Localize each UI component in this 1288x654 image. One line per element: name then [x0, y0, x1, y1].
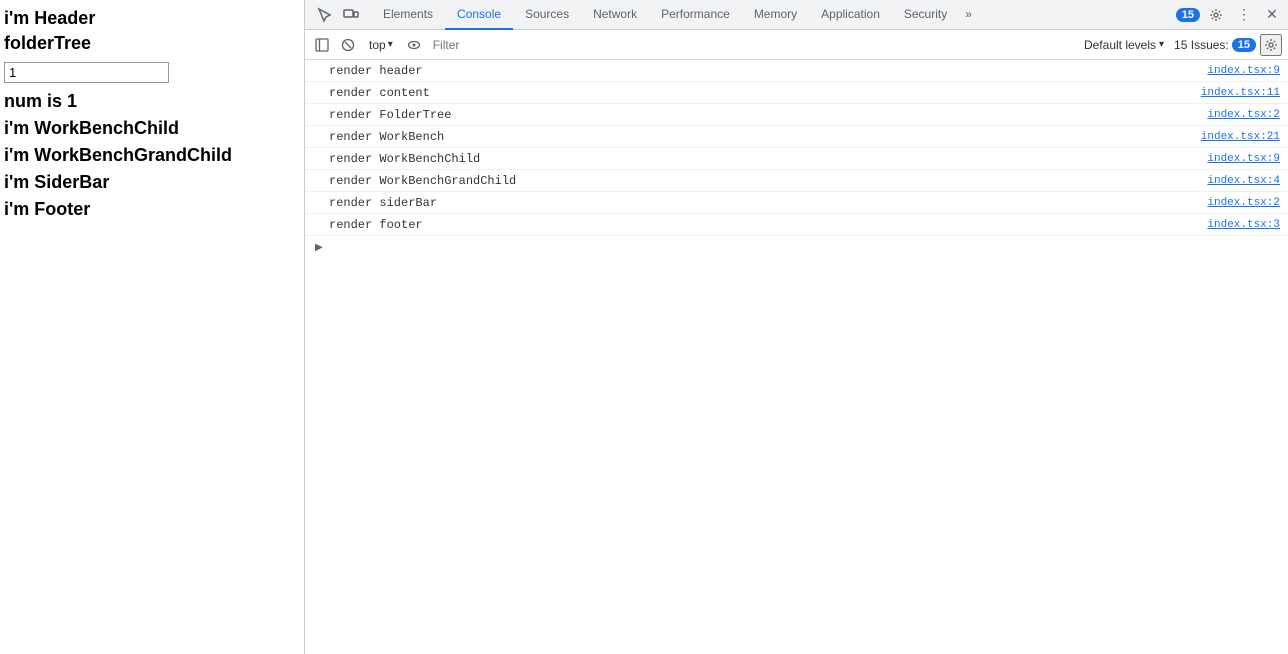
tab-memory[interactable]: Memory — [742, 0, 809, 30]
console-message-text: render siderBar — [329, 196, 1207, 210]
eye-icon[interactable] — [403, 34, 425, 56]
tab-application[interactable]: Application — [809, 0, 892, 30]
console-message-text: render content — [329, 86, 1201, 100]
more-options-icon[interactable]: ⋮ — [1232, 3, 1256, 27]
console-messages: render header index.tsx:9 render content… — [305, 60, 1288, 654]
console-message-text: render header — [329, 64, 1207, 78]
console-file-link[interactable]: index.tsx:2 — [1207, 197, 1280, 209]
num-input[interactable] — [4, 62, 169, 83]
tab-network[interactable]: Network — [581, 0, 649, 30]
console-file-link[interactable]: index.tsx:4 — [1207, 175, 1280, 187]
more-tabs-btn[interactable]: » — [959, 0, 978, 30]
tab-console[interactable]: Console — [445, 0, 513, 30]
devtools-right-icons: 15 ⋮ ✕ — [1176, 3, 1284, 27]
tab-icons-group — [309, 3, 367, 27]
table-row: render WorkBenchChild index.tsx:9 — [305, 148, 1288, 170]
workbench-child-label: i'm WorkBenchChild — [4, 118, 300, 139]
filter-input[interactable] — [429, 34, 1074, 56]
tab-security[interactable]: Security — [892, 0, 959, 30]
num-label: num is 1 — [4, 91, 300, 112]
sidebar-toggle-icon[interactable] — [311, 34, 333, 56]
chevron-down-icon-levels: ▾ — [1159, 39, 1164, 50]
console-toolbar: top ▾ Default levels ▾ 15 Issues: 15 — [305, 30, 1288, 60]
table-row: render FolderTree index.tsx:2 — [305, 104, 1288, 126]
console-file-link[interactable]: index.tsx:9 — [1207, 153, 1280, 165]
table-row: render WorkBench index.tsx:21 — [305, 126, 1288, 148]
issues-label: 15 Issues: 15 — [1174, 38, 1256, 52]
issues-badge[interactable]: 15 — [1176, 8, 1200, 22]
workbench-grandchild-label: i'm WorkBenchGrandChild — [4, 145, 300, 166]
table-row: render header index.tsx:9 — [305, 60, 1288, 82]
console-file-link[interactable]: index.tsx:3 — [1207, 219, 1280, 231]
close-devtools-icon[interactable]: ✕ — [1260, 3, 1284, 27]
console-file-link[interactable]: index.tsx:11 — [1201, 87, 1280, 99]
device-toggle-icon[interactable] — [339, 3, 363, 27]
console-file-link[interactable]: index.tsx:2 — [1207, 109, 1280, 121]
tab-performance[interactable]: Performance — [649, 0, 742, 30]
tab-sources[interactable]: Sources — [513, 0, 581, 30]
expand-arrow-icon[interactable]: ▶ — [313, 240, 325, 255]
issues-count-badge[interactable]: 15 — [1232, 38, 1256, 52]
console-message-text: render WorkBenchChild — [329, 152, 1207, 166]
clear-console-icon[interactable] — [337, 34, 359, 56]
console-settings-icon[interactable] — [1260, 34, 1282, 56]
console-message-text: render footer — [329, 218, 1207, 232]
devtools-panel: Elements Console Sources Network Perform… — [305, 0, 1288, 654]
console-message-text: render FolderTree — [329, 108, 1207, 122]
select-element-icon[interactable] — [313, 3, 337, 27]
sider-bar-label: i'm SiderBar — [4, 172, 300, 193]
table-row: render footer index.tsx:3 — [305, 214, 1288, 236]
tab-elements[interactable]: Elements — [371, 0, 445, 30]
devtools-tab-bar: Elements Console Sources Network Perform… — [305, 0, 1288, 30]
console-file-link[interactable]: index.tsx:21 — [1201, 131, 1280, 143]
console-file-link[interactable]: index.tsx:9 — [1207, 65, 1280, 77]
table-row: render content index.tsx:11 — [305, 82, 1288, 104]
folder-tree-label: folderTree — [4, 33, 300, 54]
default-levels-btn[interactable]: Default levels ▾ — [1078, 36, 1170, 54]
table-row: render siderBar index.tsx:2 — [305, 192, 1288, 214]
console-message-text: render WorkBenchGrandChild — [329, 174, 1207, 188]
table-row: render WorkBenchGrandChild index.tsx:4 — [305, 170, 1288, 192]
webpage-header: i'm Header — [4, 8, 300, 29]
console-message-text: render WorkBench — [329, 130, 1201, 144]
footer-label: i'm Footer — [4, 199, 300, 220]
console-expand-row: ▶ — [305, 236, 1288, 258]
webpage-panel: i'm Header folderTree num is 1 i'm WorkB… — [0, 0, 305, 654]
chevron-down-icon: ▾ — [388, 39, 393, 50]
settings-icon[interactable] — [1204, 3, 1228, 27]
context-selector-btn[interactable]: top ▾ — [363, 36, 399, 54]
